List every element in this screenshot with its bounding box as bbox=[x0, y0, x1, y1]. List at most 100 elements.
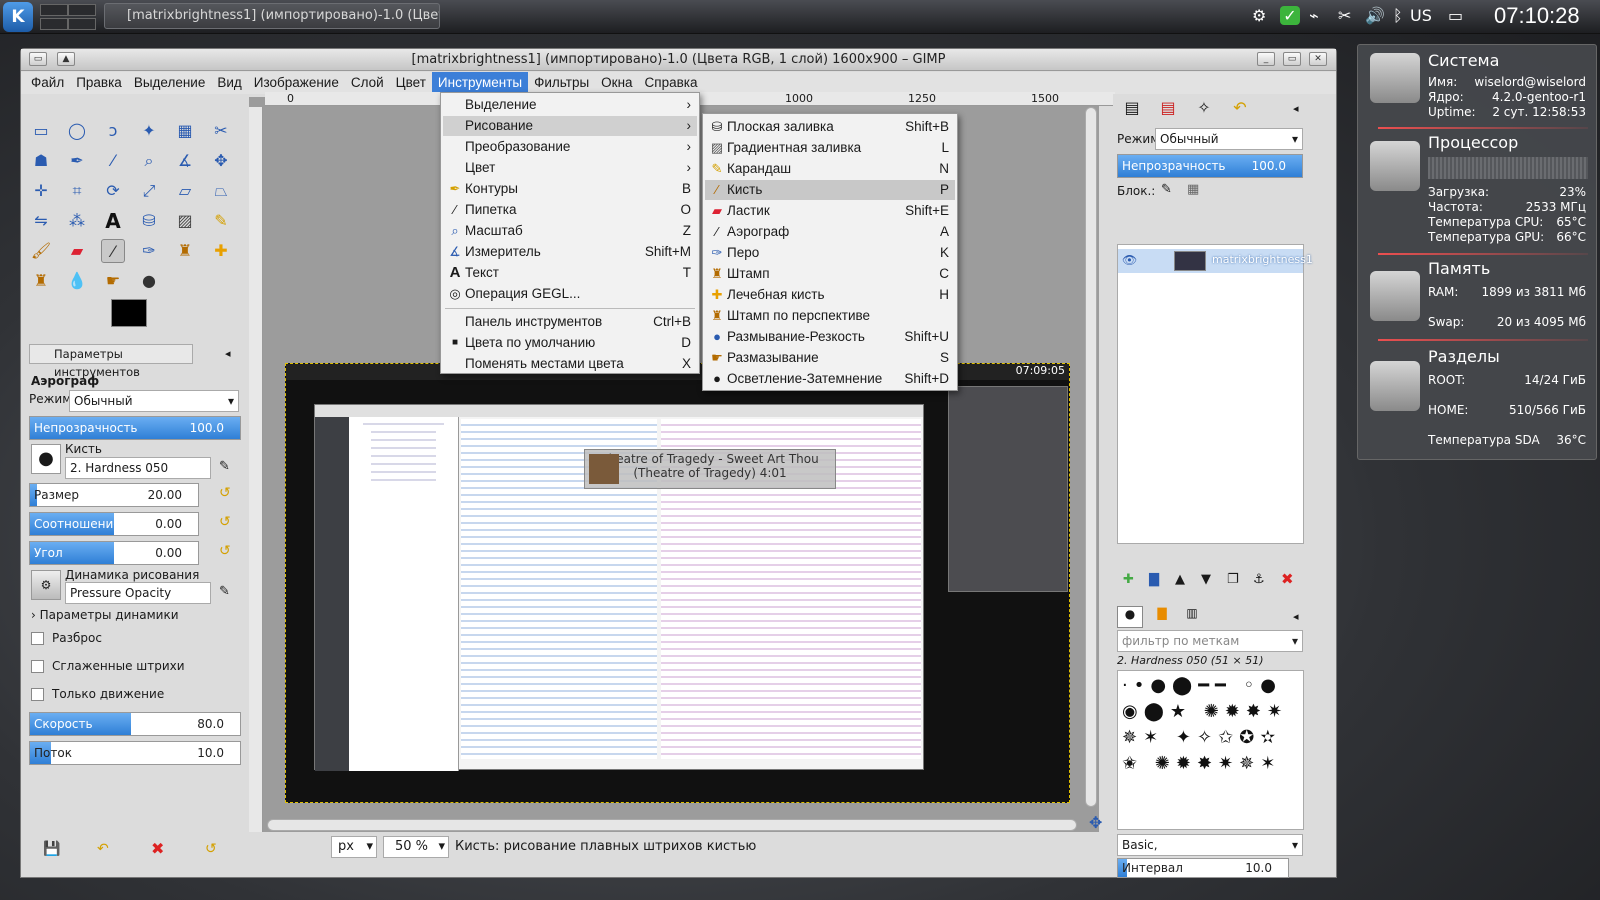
menu-item-blend[interactable]: ▨ Градиентная заливка L bbox=[705, 138, 955, 158]
menu-item-perspective-clone[interactable]: ♜ Штамп по перспективе bbox=[705, 306, 955, 326]
new-layer-group-icon[interactable]: ▇ bbox=[1149, 572, 1159, 587]
color-picker-icon[interactable]: ⁄ bbox=[101, 149, 125, 173]
ink-icon[interactable]: ✑ bbox=[137, 239, 161, 263]
opacity-slider[interactable]: Непрозрачность 100.0 bbox=[29, 416, 241, 440]
motion-only-checkbox[interactable]: Только движение bbox=[31, 687, 164, 701]
brush-tag-filter[interactable]: фильтр по меткам ▾ bbox=[1117, 630, 1303, 652]
lock-alpha-icon[interactable]: ▦ bbox=[1187, 182, 1199, 197]
scatter-checkbox[interactable]: Разброс bbox=[31, 631, 102, 645]
perspective-icon[interactable]: ⏢ bbox=[209, 179, 233, 203]
menu-filters[interactable]: Фильтры bbox=[528, 72, 595, 94]
layer-row[interactable]: 👁 matrixbrightness1 bbox=[1118, 249, 1313, 273]
window-titlebar[interactable]: ▭ ▲ [matrixbrightness1] (импортировано)-… bbox=[21, 49, 1336, 71]
minimize-button[interactable]: _ bbox=[1257, 52, 1275, 66]
perspective-clone-icon[interactable]: ♜ bbox=[29, 269, 53, 293]
configure-brushes-dock-icon[interactable]: ◂ bbox=[1293, 610, 1299, 623]
color-select-icon[interactable]: ▦ bbox=[173, 119, 197, 143]
dynamics-icon[interactable]: ⚙ bbox=[31, 570, 61, 600]
menu-item-bucket-fill[interactable]: ⛁ Плоская заливка Shift+B bbox=[705, 117, 955, 137]
menu-windows[interactable]: Окна bbox=[595, 72, 638, 94]
maximize-button[interactable]: ▭ bbox=[1283, 52, 1301, 66]
fuzzy-select-icon[interactable]: ✦ bbox=[137, 119, 161, 143]
paths-icon[interactable]: ✒ bbox=[65, 149, 89, 173]
zoom-icon[interactable]: ⌕ bbox=[137, 149, 161, 173]
free-select-icon[interactable]: ↄ bbox=[101, 119, 125, 143]
smooth-stroke-checkbox[interactable]: Сглаженные штрихи bbox=[31, 659, 185, 673]
cage-transform-icon[interactable]: ⁂ bbox=[65, 209, 89, 233]
menu-item-dodge-burn[interactable]: ● Осветление-Затемнение Shift+D bbox=[705, 369, 955, 389]
close-button[interactable]: ✕ bbox=[1309, 52, 1327, 66]
layer-opacity-slider[interactable]: Непрозрачность 100.0 bbox=[1117, 154, 1303, 178]
taskbar-task-gimp[interactable]: [matrixbrightness1] (импортировано)-1.0 … bbox=[104, 3, 440, 29]
ellipse-select-icon[interactable]: ◯ bbox=[65, 119, 89, 143]
menu-item-ink[interactable]: ✑ Перо K bbox=[705, 243, 955, 263]
blur-sharpen-icon[interactable]: 💧 bbox=[65, 269, 89, 293]
brush-preview[interactable]: ● bbox=[31, 444, 61, 474]
clipboard-scissors-icon[interactable]: ✂ bbox=[1338, 6, 1351, 25]
brush-name-field[interactable]: 2. Hardness 050 bbox=[65, 457, 211, 479]
menu-item-color[interactable]: Цвет › bbox=[443, 158, 697, 178]
volume-control-icon[interactable]: ⚙ bbox=[1252, 6, 1266, 25]
menu-select[interactable]: Выделение bbox=[128, 72, 212, 94]
measure-icon[interactable]: ∡ bbox=[173, 149, 197, 173]
horizontal-scrollbar[interactable] bbox=[267, 819, 1077, 831]
delete-layer-icon[interactable]: ✖ bbox=[1281, 570, 1294, 588]
menu-item-blur-sharpen[interactable]: ● Размывание-Резкость Shift+U bbox=[705, 327, 955, 347]
rect-select-icon[interactable]: ▭ bbox=[29, 119, 53, 143]
menu-item-pencil[interactable]: ✎ Карандаш N bbox=[705, 159, 955, 179]
unit-select[interactable]: px ▾ bbox=[331, 836, 377, 858]
blend-icon[interactable]: ▨ bbox=[173, 209, 197, 233]
smudge-icon[interactable]: ☛ bbox=[101, 269, 125, 293]
flow-slider[interactable]: Поток 10.0 bbox=[29, 741, 241, 765]
restore-options-icon[interactable]: ↶ bbox=[97, 841, 109, 857]
menu-file[interactable]: Файл bbox=[25, 72, 70, 94]
menu-item-measure[interactable]: ∡ Измеритель Shift+M bbox=[443, 242, 697, 262]
duplicate-layer-icon[interactable]: ❐ bbox=[1227, 572, 1239, 587]
airbrush-icon[interactable]: ⁄ bbox=[101, 239, 125, 263]
menu-item-color-picker[interactable]: ⁄ Пипетка O bbox=[443, 200, 697, 220]
menu-item-smudge[interactable]: ☛ Размазывание S bbox=[705, 348, 955, 368]
mode-select[interactable]: Обычный ▾ bbox=[69, 390, 239, 412]
tab-undo-icon[interactable]: ↶ bbox=[1225, 98, 1255, 122]
tab-patterns-icon[interactable]: ▇ bbox=[1149, 606, 1175, 628]
menu-item-eraser[interactable]: ▰ Ластик Shift+E bbox=[705, 201, 955, 221]
scissors-select-icon[interactable]: ✂ bbox=[209, 119, 233, 143]
window-menu-button[interactable]: ▭ bbox=[29, 52, 47, 66]
menu-item-clone[interactable]: ♜ Штамп C bbox=[705, 264, 955, 284]
clone-icon[interactable]: ♜ bbox=[173, 239, 197, 263]
menu-image[interactable]: Изображение bbox=[248, 72, 345, 94]
edit-dynamics-icon[interactable]: ✎ bbox=[219, 584, 230, 599]
clock[interactable]: 07:10:28 bbox=[1494, 3, 1580, 29]
heal-icon[interactable]: ✚ bbox=[209, 239, 233, 263]
save-options-icon[interactable]: 💾 bbox=[43, 841, 60, 857]
tab-channels-icon[interactable]: ▤ bbox=[1153, 98, 1183, 122]
dodge-burn-icon[interactable]: ● bbox=[137, 269, 161, 293]
menu-item-paint[interactable]: Рисование › bbox=[443, 116, 697, 136]
paintbrush-icon[interactable]: 🖌 bbox=[29, 239, 53, 263]
speaker-icon[interactable]: 🔊 bbox=[1365, 6, 1385, 25]
new-layer-icon[interactable]: ✚ bbox=[1123, 572, 1134, 587]
rate-slider[interactable]: Скорость 80.0 bbox=[29, 712, 241, 736]
reset-options-icon[interactable]: ↺ bbox=[205, 841, 217, 857]
foreground-color-swatch[interactable] bbox=[111, 299, 147, 327]
pager-desktop-4[interactable] bbox=[68, 18, 96, 30]
align-icon[interactable]: ✛ bbox=[29, 179, 53, 203]
lock-pixels-icon[interactable]: ✎ bbox=[1161, 182, 1172, 197]
image-canvas[interactable]: 07:09:05 bbox=[285, 363, 1070, 803]
pager-desktop-1[interactable] bbox=[40, 4, 68, 16]
bucket-fill-icon[interactable]: ⛁ bbox=[137, 209, 161, 233]
menu-help[interactable]: Справка bbox=[639, 72, 704, 94]
raise-layer-icon[interactable]: ▲ bbox=[1175, 572, 1185, 587]
menu-item-text[interactable]: A Текст T bbox=[443, 263, 697, 283]
menu-edit[interactable]: Правка bbox=[70, 72, 128, 94]
tab-paths-icon[interactable]: ✧ bbox=[1189, 98, 1219, 122]
menu-item-airbrush[interactable]: ⁄ Аэрограф A bbox=[705, 222, 955, 242]
brush-preset-select[interactable]: Basic, ▾ bbox=[1117, 834, 1303, 856]
vertical-scrollbar[interactable] bbox=[1085, 107, 1097, 807]
menu-colors[interactable]: Цвет bbox=[390, 72, 432, 94]
anchor-layer-icon[interactable]: ⚓ bbox=[1253, 572, 1265, 587]
tab-gradients-icon[interactable]: ▥ bbox=[1179, 606, 1205, 628]
update-check-icon[interactable]: ✓ bbox=[1280, 6, 1300, 25]
eraser-icon[interactable]: ▰ bbox=[65, 239, 89, 263]
menu-item-heal[interactable]: ✚ Лечебная кисть H bbox=[705, 285, 955, 305]
